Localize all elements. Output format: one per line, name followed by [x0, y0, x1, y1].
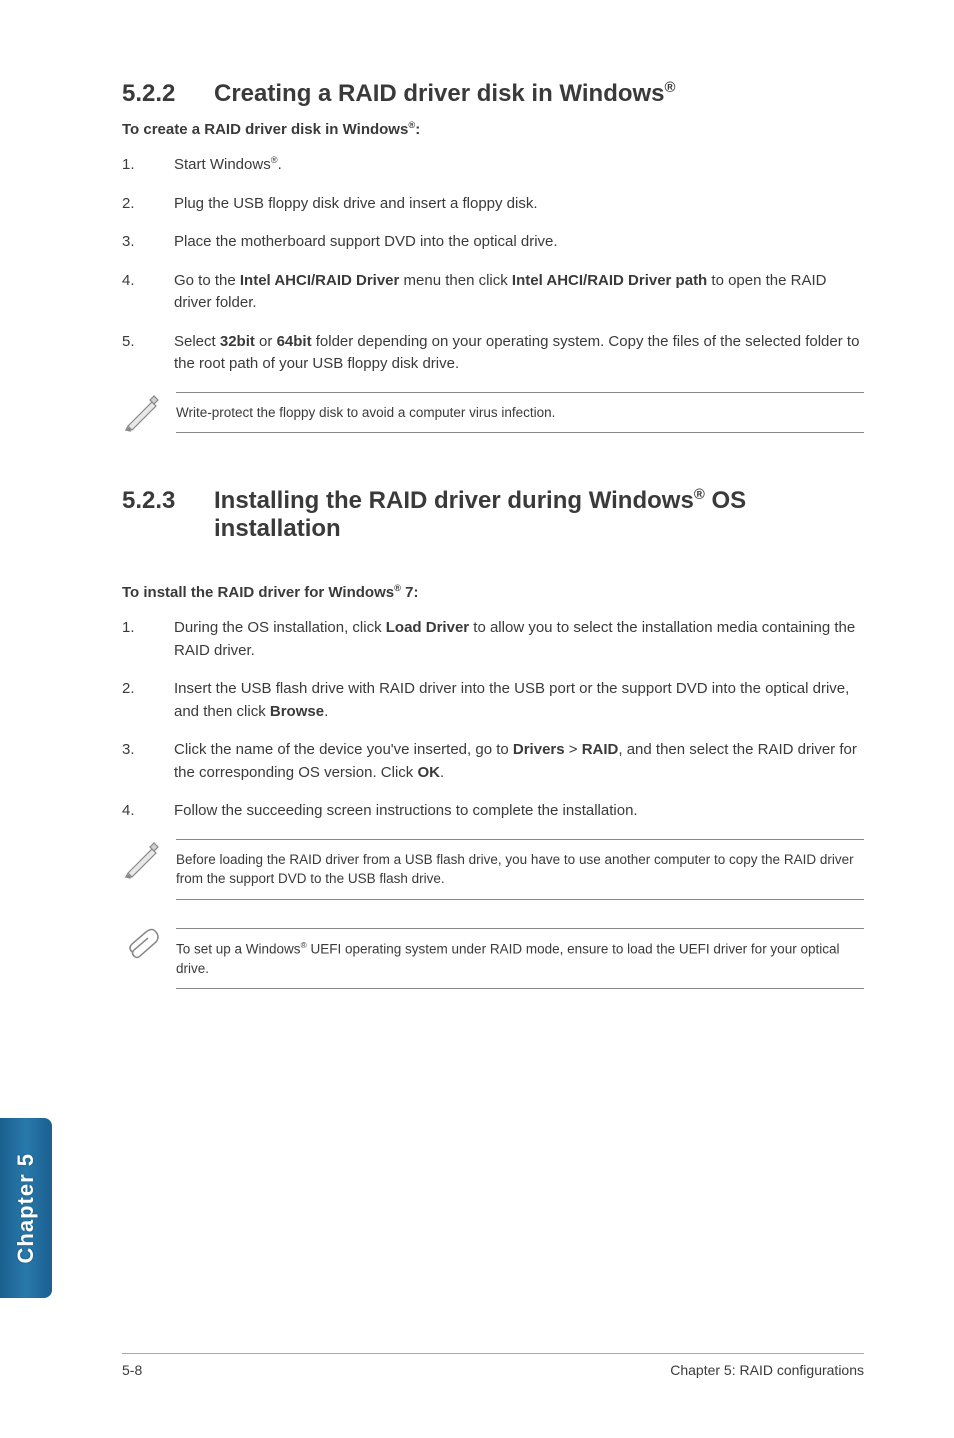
list-item: 3. Click the name of the device you've i… [122, 739, 864, 784]
intro-line-523: To install the RAID driver for Windows® … [122, 583, 864, 601]
page-footer: 5-8 Chapter 5: RAID configurations [122, 1353, 864, 1378]
list-text-html: Go to the Intel AHCI/RAID Driver menu th… [174, 270, 864, 315]
pencil-icon [122, 839, 176, 879]
list-item: 4. Follow the succeeding screen instruct… [122, 800, 864, 823]
list-text-html: During the OS installation, click Load D… [174, 617, 864, 662]
list-item: 3. Place the motherboard support DVD int… [122, 231, 864, 254]
note-block: Write-protect the floppy disk to avoid a… [122, 392, 864, 434]
list-item: 4. Go to the Intel AHCI/RAID Driver menu… [122, 270, 864, 315]
list-text-html: Select 32bit or 64bit folder depending o… [174, 331, 864, 376]
paperclip-icon [122, 928, 176, 968]
list-item: 1. During the OS installation, click Loa… [122, 617, 864, 662]
intro-line-522: To create a RAID driver disk in Windows®… [122, 120, 864, 138]
note-block: Before loading the RAID driver from a US… [122, 839, 864, 900]
list-item: 5. Select 32bit or 64bit folder dependin… [122, 331, 864, 376]
chapter-side-tab: Chapter 5 [0, 1118, 52, 1298]
list-item: 1. Start Windows®. [122, 154, 864, 177]
section-heading-522: 5.2.2 Creating a RAID driver disk in Win… [122, 80, 864, 108]
chapter-label: Chapter 5: RAID configurations [670, 1362, 864, 1378]
section-title: Creating a RAID driver disk in Windows® [214, 80, 676, 108]
list-item: 2. Plug the USB floppy disk drive and in… [122, 193, 864, 216]
section-number: 5.2.3 [122, 487, 214, 515]
list-text-html: Insert the USB flash drive with RAID dri… [174, 678, 864, 723]
pencil-icon [122, 392, 176, 432]
list-text-html: Click the name of the device you've inse… [174, 739, 864, 784]
section-title: Installing the RAID driver during Window… [214, 487, 864, 543]
note-block: To set up a Windows® UEFI operating syst… [122, 928, 864, 990]
list-item: 2. Insert the USB flash drive with RAID … [122, 678, 864, 723]
section-heading-523: 5.2.3 Installing the RAID driver during … [122, 487, 864, 543]
page-number: 5-8 [122, 1362, 142, 1378]
section-number: 5.2.2 [122, 80, 214, 108]
